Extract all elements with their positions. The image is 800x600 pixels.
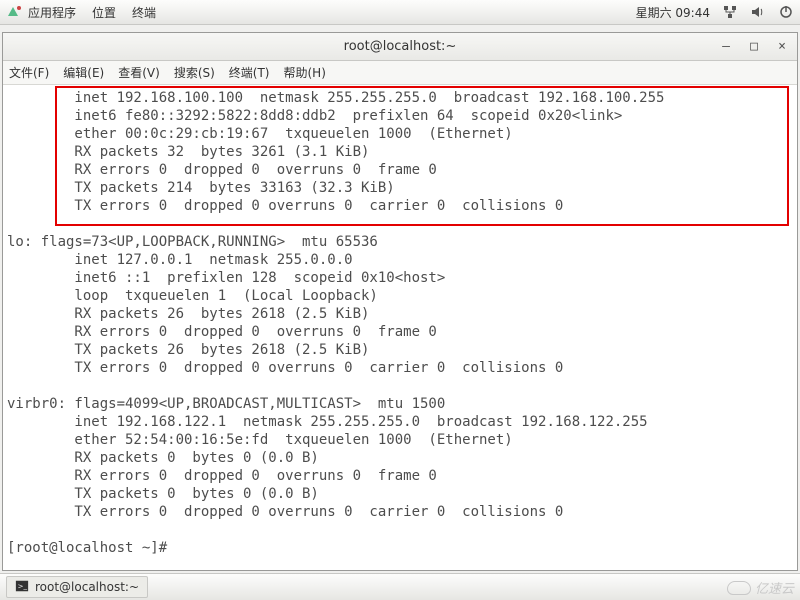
menu-view[interactable]: 查看(V): [118, 64, 160, 81]
panel-clock[interactable]: 星期六 09:44: [636, 4, 710, 21]
terminal-output[interactable]: inet 192.168.100.100 netmask 255.255.255…: [3, 85, 797, 570]
volume-icon[interactable]: [750, 4, 766, 20]
gnome-bottom-panel: >_ root@localhost:~ 亿速云: [0, 573, 800, 600]
watermark: 亿速云: [727, 578, 794, 597]
window-titlebar[interactable]: root@localhost:~ – □ ×: [3, 33, 797, 61]
cloud-icon: [727, 581, 751, 595]
window-close-button[interactable]: ×: [773, 37, 791, 55]
menu-places[interactable]: 位置: [92, 4, 116, 21]
svg-text:>_: >_: [18, 582, 28, 590]
menu-help[interactable]: 帮助(H): [284, 64, 326, 81]
window-minimize-button[interactable]: –: [717, 37, 735, 55]
window-maximize-button[interactable]: □: [745, 37, 763, 55]
menu-applications[interactable]: 应用程序: [28, 4, 76, 21]
menu-edit[interactable]: 编辑(E): [63, 64, 104, 81]
terminal-window: root@localhost:~ – □ × 文件(F) 编辑(E) 查看(V)…: [2, 32, 798, 571]
menu-file[interactable]: 文件(F): [9, 64, 49, 81]
terminal-menubar: 文件(F) 编辑(E) 查看(V) 搜索(S) 终端(T) 帮助(H): [3, 61, 797, 85]
terminal-text[interactable]: inet 192.168.100.100 netmask 255.255.255…: [7, 90, 664, 556]
menu-search[interactable]: 搜索(S): [174, 64, 215, 81]
taskbar-item-terminal[interactable]: >_ root@localhost:~: [6, 576, 148, 598]
window-title: root@localhost:~: [344, 39, 457, 54]
gnome-top-panel: 应用程序 位置 终端 星期六 09:44: [0, 0, 800, 25]
menu-terminal[interactable]: 终端: [132, 4, 156, 21]
menu-terminal-tab[interactable]: 终端(T): [229, 64, 270, 81]
terminal-icon: >_: [15, 579, 29, 596]
network-icon[interactable]: [722, 4, 738, 20]
taskbar-item-label: root@localhost:~: [35, 580, 139, 594]
power-icon[interactable]: [778, 4, 794, 20]
activities-icon[interactable]: [6, 4, 22, 20]
watermark-text: 亿速云: [755, 578, 794, 597]
